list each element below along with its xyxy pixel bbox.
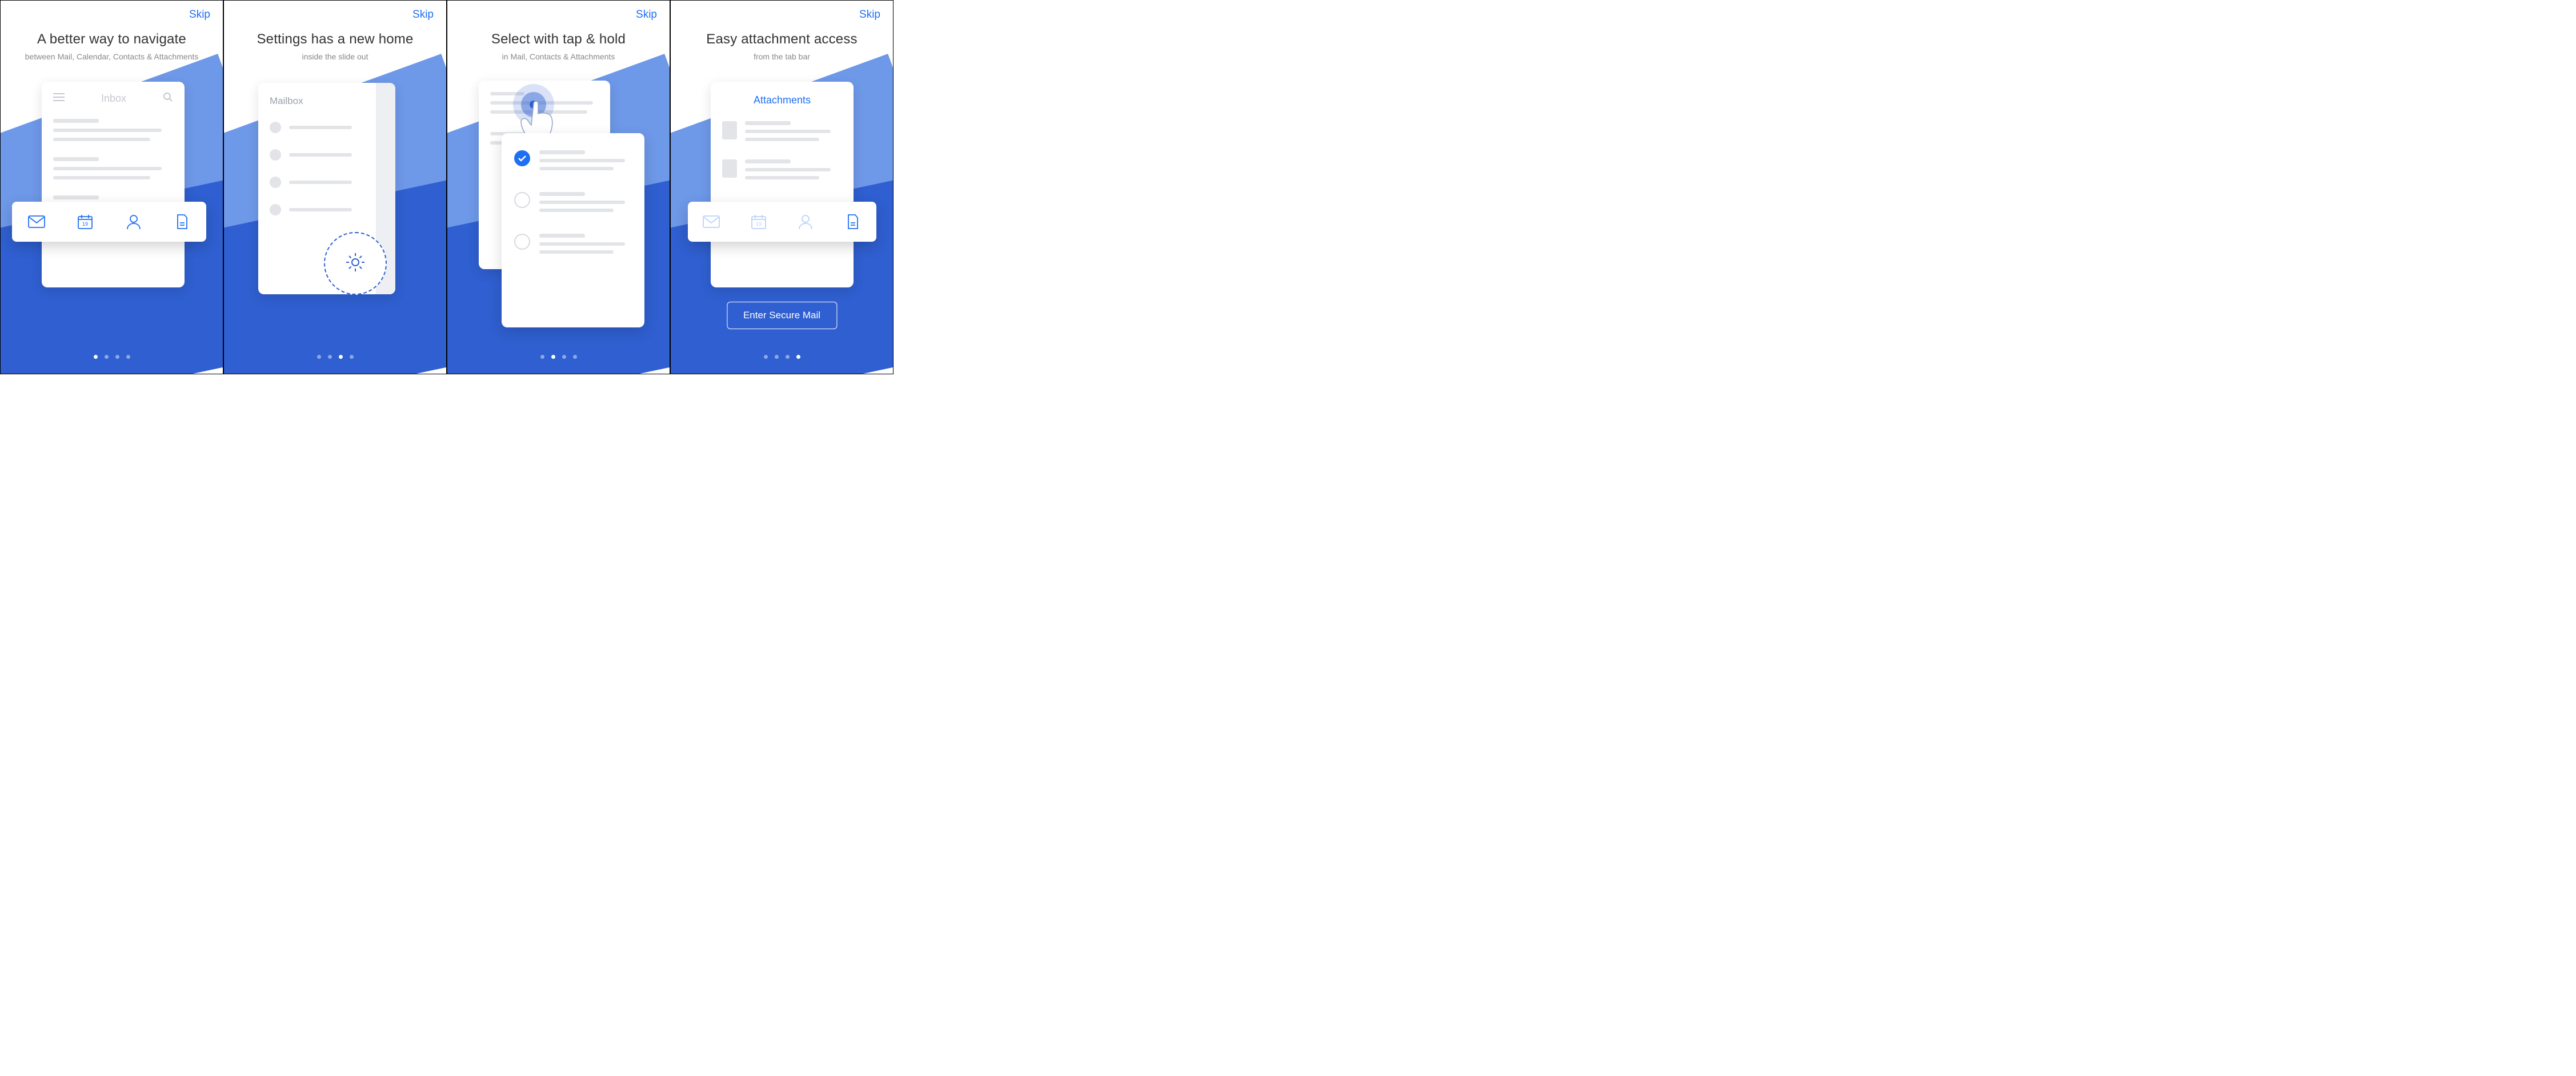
file-icon bbox=[722, 159, 737, 178]
skip-button[interactable]: Skip bbox=[189, 9, 210, 21]
page-indicator bbox=[1, 355, 223, 359]
list-item bbox=[270, 177, 384, 188]
svg-text:19: 19 bbox=[82, 221, 87, 227]
attachments-preview-card: Attachments bbox=[711, 82, 854, 287]
file-icon bbox=[722, 121, 737, 139]
unchecked-circle-icon bbox=[514, 234, 530, 250]
onboarding-title: Easy attachment access bbox=[671, 31, 893, 47]
list-item bbox=[270, 149, 384, 161]
calendar-icon[interactable]: 19 bbox=[77, 214, 94, 229]
list-item bbox=[270, 122, 384, 133]
search-icon bbox=[163, 92, 173, 105]
checkmark-icon bbox=[514, 150, 530, 166]
tap-hold-gesture-icon bbox=[513, 84, 564, 135]
skip-button[interactable]: Skip bbox=[412, 9, 434, 21]
inbox-label: Inbox bbox=[101, 93, 126, 105]
settings-gear-badge bbox=[324, 232, 387, 295]
calendar-icon[interactable]: 19 bbox=[750, 214, 767, 229]
page-indicator bbox=[671, 355, 893, 359]
contacts-icon[interactable] bbox=[125, 214, 142, 229]
tab-bar: 19 bbox=[688, 202, 876, 242]
list-item bbox=[514, 192, 632, 217]
selection-list-card bbox=[502, 133, 644, 327]
mailbox-label: Mailbox bbox=[270, 95, 384, 107]
tab-bar: 19 bbox=[12, 202, 206, 242]
skip-button[interactable]: Skip bbox=[859, 9, 880, 21]
list-item bbox=[514, 234, 632, 258]
enter-secure-mail-button[interactable]: Enter Secure Mail bbox=[727, 302, 837, 329]
skip-button[interactable]: Skip bbox=[636, 9, 657, 21]
attachments-icon[interactable] bbox=[844, 214, 862, 229]
onboarding-title: A better way to navigate bbox=[1, 31, 223, 47]
page-indicator bbox=[447, 355, 670, 359]
unchecked-circle-icon bbox=[514, 192, 530, 208]
onboarding-title: Settings has a new home bbox=[224, 31, 446, 47]
menu-icon bbox=[53, 93, 65, 104]
onboarding-subtitle: from the tab bar bbox=[671, 52, 893, 61]
list-item bbox=[270, 204, 384, 215]
attachments-label: Attachments bbox=[722, 94, 842, 106]
mail-icon[interactable] bbox=[703, 214, 720, 229]
page-indicator bbox=[224, 355, 446, 359]
list-item bbox=[722, 121, 842, 146]
onboarding-title: Select with tap & hold bbox=[447, 31, 670, 47]
attachments-icon[interactable] bbox=[174, 214, 191, 229]
contacts-icon[interactable] bbox=[797, 214, 814, 229]
onboarding-subtitle: in Mail, Contacts & Attachments bbox=[447, 52, 670, 61]
onboarding-subtitle: inside the slide out bbox=[224, 52, 446, 61]
mail-icon[interactable] bbox=[28, 214, 45, 229]
onboarding-subtitle: between Mail, Calendar, Contacts & Attac… bbox=[1, 52, 223, 61]
svg-text:19: 19 bbox=[756, 221, 762, 227]
list-item bbox=[722, 159, 842, 184]
inbox-preview-card: Inbox bbox=[42, 82, 185, 287]
gear-icon bbox=[344, 251, 367, 277]
list-item bbox=[514, 150, 632, 175]
